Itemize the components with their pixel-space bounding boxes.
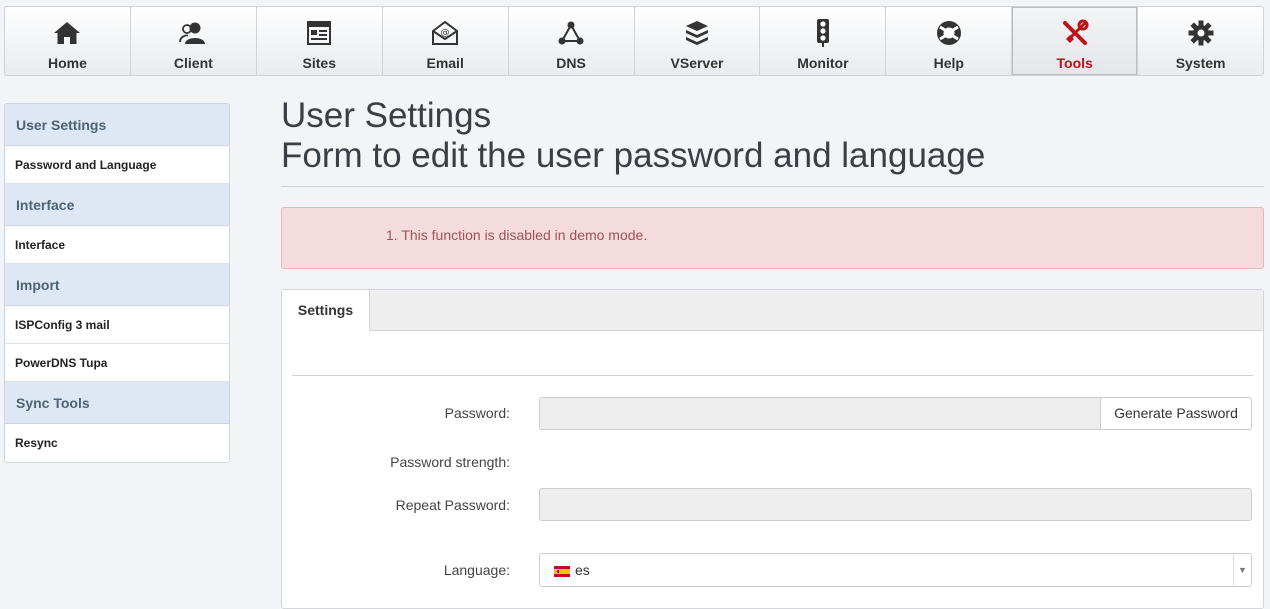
sidebar-header-sync-tools: Sync Tools bbox=[5, 382, 229, 424]
nav-label: Home bbox=[48, 55, 87, 71]
nav-label: Tools bbox=[1056, 55, 1093, 71]
vserver-icon bbox=[683, 19, 711, 47]
home-icon bbox=[53, 19, 81, 47]
dns-icon bbox=[557, 19, 585, 47]
email-icon: @ bbox=[431, 19, 459, 47]
nav-home[interactable]: Home bbox=[5, 7, 131, 75]
language-value: es bbox=[575, 562, 590, 578]
gear-icon bbox=[1187, 19, 1215, 47]
nav-sites[interactable]: Sites bbox=[257, 7, 383, 75]
spain-flag-icon bbox=[554, 566, 570, 577]
main-nav: Home Client Sites @ Email DNS VServer Mo… bbox=[4, 6, 1264, 76]
page-title-line1: User Settings bbox=[281, 96, 492, 135]
page-title: User Settings Form to edit the user pass… bbox=[281, 96, 1264, 176]
sidebar-header-import: Import bbox=[5, 264, 229, 306]
nav-label: Help bbox=[933, 55, 964, 71]
nav-label: Client bbox=[173, 55, 213, 71]
client-icon bbox=[179, 19, 207, 47]
repeat-password-field[interactable] bbox=[539, 488, 1252, 521]
sidebar: User Settings Password and Language Inte… bbox=[4, 103, 230, 463]
nav-monitor[interactable]: Monitor bbox=[760, 7, 887, 75]
password-field[interactable] bbox=[539, 397, 1101, 430]
tab-bar: Settings bbox=[282, 290, 1263, 331]
nav-label: Email bbox=[426, 55, 464, 71]
help-icon bbox=[935, 19, 963, 47]
nav-vserver[interactable]: VServer bbox=[635, 7, 761, 75]
nav-label: DNS bbox=[556, 55, 586, 71]
sidebar-item-powerdns-tupa[interactable]: PowerDNS Tupa bbox=[5, 344, 229, 382]
sidebar-item-interface[interactable]: Interface bbox=[5, 226, 229, 264]
page-subtitle: Form to edit the user password and langu… bbox=[281, 136, 986, 175]
tools-icon bbox=[1061, 19, 1089, 47]
sidebar-item-password-and-language[interactable]: Password and Language bbox=[5, 146, 229, 184]
nav-label: Monitor bbox=[797, 55, 849, 71]
nav-label: System bbox=[1175, 55, 1226, 71]
repeat-password-label: Repeat Password: bbox=[395, 497, 510, 513]
sidebar-item-resync[interactable]: Resync bbox=[5, 424, 229, 462]
sidebar-header-interface: Interface bbox=[5, 184, 229, 226]
language-label: Language: bbox=[443, 562, 510, 578]
nav-email[interactable]: @ Email bbox=[383, 7, 509, 75]
sidebar-item-ispconfig-mail[interactable]: ISPConfig 3 mail bbox=[5, 306, 229, 344]
tab-settings[interactable]: Settings bbox=[282, 290, 370, 331]
settings-panel: Settings Password: Generate Password Pas… bbox=[281, 289, 1264, 609]
nav-dns[interactable]: DNS bbox=[509, 7, 635, 75]
nav-tools[interactable]: Tools bbox=[1012, 7, 1139, 75]
title-divider bbox=[281, 186, 1264, 187]
chevron-down-icon[interactable]: ▼ bbox=[1233, 554, 1251, 586]
monitor-icon bbox=[813, 19, 833, 47]
generate-password-button[interactable]: Generate Password bbox=[1100, 397, 1252, 430]
main-content: User Settings Form to edit the user pass… bbox=[281, 96, 1264, 609]
error-alert: 1. This function is disabled in demo mod… bbox=[281, 207, 1264, 269]
password-label: Password: bbox=[444, 405, 510, 421]
nav-client[interactable]: Client bbox=[131, 7, 257, 75]
sidebar-header-user-settings: User Settings bbox=[5, 104, 229, 146]
alert-message: 1. This function is disabled in demo mod… bbox=[386, 227, 648, 243]
password-strength-label: Password strength: bbox=[390, 454, 510, 470]
nav-help[interactable]: Help bbox=[886, 7, 1013, 75]
language-select[interactable]: es ▼ bbox=[539, 553, 1252, 587]
form-divider bbox=[292, 375, 1253, 376]
nav-system[interactable]: System bbox=[1138, 7, 1263, 75]
nav-label: VServer bbox=[670, 55, 724, 71]
sites-icon bbox=[306, 19, 332, 47]
nav-label: Sites bbox=[302, 55, 336, 71]
svg-text:@: @ bbox=[441, 28, 450, 38]
